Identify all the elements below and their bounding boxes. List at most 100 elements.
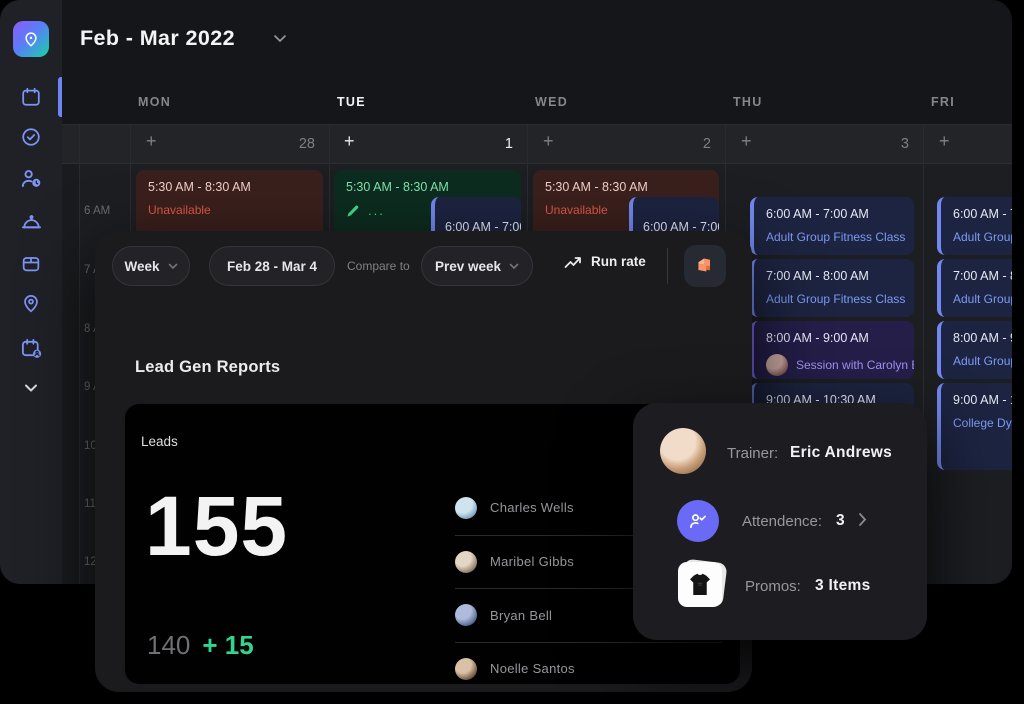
event-class-thu-6am[interactable]: 6:00 AM - 7:00 AM Adult Group Fitness Cl… xyxy=(750,197,914,255)
integration-button[interactable] xyxy=(684,245,726,287)
event-time: 5:30 AM - 8:30 AM xyxy=(346,180,509,194)
attendance-value: 3 xyxy=(836,512,845,530)
sidebar-item-calendar[interactable] xyxy=(19,85,43,109)
person-name: Noelle Santos xyxy=(490,661,575,676)
service-bell-icon xyxy=(20,211,43,234)
promo-thumbnail[interactable] xyxy=(678,560,725,607)
add-event-button-fri[interactable]: + xyxy=(939,132,950,150)
sidebar xyxy=(0,0,62,584)
date-range-value: Feb 28 - Mar 4 xyxy=(227,259,317,274)
period-selector-value: Week xyxy=(124,259,159,274)
sidebar-item-appointments[interactable] xyxy=(19,336,43,360)
promos-value: 3 Items xyxy=(815,577,871,595)
user-check-icon xyxy=(688,511,708,531)
day-number-mon: 28 xyxy=(295,136,315,152)
location-pin-icon xyxy=(20,292,42,314)
weekday-fri: FRI xyxy=(931,95,955,109)
grid-line xyxy=(79,125,80,584)
session-detail-card: Trainer: Eric Andrews Attendence: 3 Prom… xyxy=(633,403,927,640)
add-event-button-wed[interactable]: + xyxy=(543,132,554,150)
trainer-avatar xyxy=(660,428,706,474)
avatar xyxy=(455,551,477,573)
weekday-mon: MON xyxy=(138,95,171,109)
user-clock-icon xyxy=(20,167,43,190)
event-time: 6:00 AM - 7:00 AM xyxy=(766,207,902,221)
sidebar-item-tasks[interactable] xyxy=(19,125,43,149)
compare-selector-value: Prev week xyxy=(435,259,501,274)
compare-to-label: Compare to xyxy=(347,259,410,273)
event-label: Session with Carolyn Bow xyxy=(796,358,914,372)
avatar xyxy=(766,354,788,376)
attendance-label: Attendence: xyxy=(742,513,822,530)
sidebar-item-more[interactable] xyxy=(19,376,43,400)
time-gutter xyxy=(62,164,79,584)
event-label: College Dyna xyxy=(953,416,1012,430)
sidebar-item-locations[interactable] xyxy=(19,291,43,315)
sidebar-item-products[interactable] xyxy=(19,251,43,275)
person-name: Bryan Bell xyxy=(490,608,552,623)
calendar-icon xyxy=(20,86,42,108)
chevron-right-icon[interactable] xyxy=(858,512,867,527)
event-time: 8:00 AM - 9:00 AM xyxy=(766,331,902,345)
event-class-fri-8am[interactable]: 8:00 AM - 9:00 AM Adult Group Fitness Cl… xyxy=(937,321,1012,379)
event-class-fri-6am[interactable]: 6:00 AM - 7:00 AM Adult Group Fitness Cl… xyxy=(937,197,1012,255)
add-event-button-mon[interactable]: + xyxy=(146,132,157,150)
page-title: Feb - Mar 2022 xyxy=(80,26,235,51)
run-rate-toggle[interactable]: Run rate xyxy=(564,254,646,269)
trainer-name: Eric Andrews xyxy=(790,444,892,462)
sidebar-item-staff-schedule[interactable] xyxy=(19,166,43,190)
add-event-button-tue[interactable]: + xyxy=(344,132,355,150)
chevron-down-icon xyxy=(22,382,40,394)
check-circle-icon xyxy=(20,126,42,148)
avatar xyxy=(455,658,477,680)
sidebar-item-services[interactable] xyxy=(19,210,43,234)
trending-up-icon xyxy=(564,255,582,269)
leads-delta-value: + 15 xyxy=(202,630,253,661)
orange-widget-icon xyxy=(695,256,715,276)
run-rate-label: Run rate xyxy=(591,254,646,269)
compare-selector[interactable]: Prev week xyxy=(421,246,533,286)
chevron-down-icon xyxy=(272,33,288,45)
leads-label: Leads xyxy=(141,434,178,449)
event-class-fri-9am[interactable]: 9:00 AM - 10:30 AM College Dyna xyxy=(937,383,1012,470)
promos-label: Promos: xyxy=(745,578,801,595)
event-time: 5:30 AM - 8:30 AM xyxy=(545,180,707,194)
attendance-icon-circle xyxy=(677,500,719,542)
event-label: Adult Group Fitness Class xyxy=(953,292,1012,306)
event-label: Adult Group Fitness Class xyxy=(766,230,902,244)
date-range-selector[interactable]: Feb 28 - Mar 4 xyxy=(209,246,335,286)
event-time: 6:00 AM - 7:00 AM xyxy=(953,207,1012,221)
chevron-down-icon xyxy=(509,263,519,270)
chevron-down-icon xyxy=(168,263,178,270)
event-time: 7:00 AM - 8:00 AM xyxy=(953,269,1012,283)
day-number-row xyxy=(62,125,1012,164)
leads-value: 155 xyxy=(145,484,288,568)
add-event-button-thu[interactable]: + xyxy=(741,132,752,150)
weekday-thu: THU xyxy=(733,95,763,109)
avatar xyxy=(455,497,477,519)
event-label: Adult Group Fitness Class xyxy=(953,354,1012,368)
day-number-tue: 1 xyxy=(493,136,513,152)
event-label: Adult Group Fitness Class xyxy=(766,292,902,306)
pencil-icon[interactable] xyxy=(346,204,360,218)
list-item[interactable]: Noelle Santos xyxy=(455,642,722,696)
event-label: ... xyxy=(368,203,385,218)
event-session-thu-8am[interactable]: 8:00 AM - 9:00 AM Session with Carolyn B… xyxy=(750,321,914,379)
event-time: 5:30 AM - 8:30 AM xyxy=(148,180,311,194)
panel-title: Lead Gen Reports xyxy=(135,358,280,377)
event-label: Unavailable xyxy=(148,203,311,217)
active-nav-indicator xyxy=(58,77,62,117)
divider xyxy=(667,248,668,284)
package-icon xyxy=(20,252,42,274)
location-pin-icon xyxy=(22,30,40,48)
event-class-thu-7am[interactable]: 7:00 AM - 8:00 AM Adult Group Fitness Cl… xyxy=(750,259,914,317)
time-label: 6 AM xyxy=(84,205,110,217)
leads-previous-value: 140 xyxy=(147,630,190,661)
title-dropdown-button[interactable] xyxy=(272,33,288,45)
event-class-fri-7am[interactable]: 7:00 AM - 8:00 AM Adult Group Fitness Cl… xyxy=(937,259,1012,317)
person-name: Charles Wells xyxy=(490,500,574,515)
app-logo xyxy=(13,21,49,57)
weekday-wed: WED xyxy=(535,95,568,109)
period-selector[interactable]: Week xyxy=(112,246,190,286)
tshirt-image xyxy=(678,562,722,607)
